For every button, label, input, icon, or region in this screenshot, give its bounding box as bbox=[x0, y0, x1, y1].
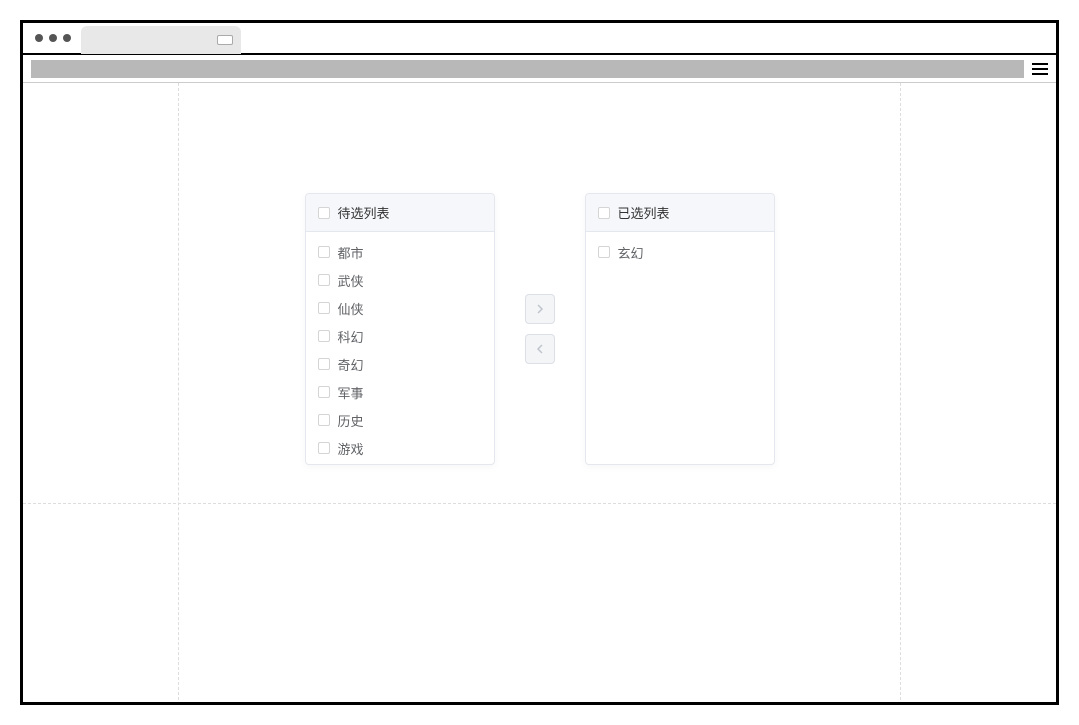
item-label: 游戏 bbox=[338, 439, 364, 458]
list-item[interactable]: 游戏 bbox=[306, 434, 494, 462]
list-item[interactable]: 都市 bbox=[306, 238, 494, 266]
target-panel: 已选列表 玄幻 bbox=[585, 193, 775, 465]
close-window-dot[interactable] bbox=[35, 34, 43, 42]
source-panel-header: 待选列表 bbox=[306, 194, 494, 232]
item-checkbox[interactable] bbox=[318, 274, 330, 286]
browser-tab[interactable] bbox=[81, 26, 241, 54]
target-panel-header: 已选列表 bbox=[586, 194, 774, 232]
item-checkbox[interactable] bbox=[318, 330, 330, 342]
item-checkbox[interactable] bbox=[598, 246, 610, 258]
chevron-left-icon bbox=[535, 344, 545, 354]
item-label: 历史 bbox=[338, 411, 364, 430]
transfer-widget: 待选列表 都市 武侠 仙侠 bbox=[305, 193, 775, 465]
item-label: 科幻 bbox=[338, 327, 364, 346]
move-left-button[interactable] bbox=[525, 334, 555, 364]
browser-window-controls bbox=[23, 34, 71, 42]
tab-close-button[interactable] bbox=[217, 35, 233, 45]
transfer-buttons bbox=[525, 294, 555, 364]
item-label: 玄幻 bbox=[618, 243, 644, 262]
list-item[interactable]: 奇幻 bbox=[306, 350, 494, 378]
browser-window: 待选列表 都市 武侠 仙侠 bbox=[20, 20, 1059, 705]
target-panel-title: 已选列表 bbox=[618, 203, 670, 222]
target-panel-body: 玄幻 bbox=[586, 232, 774, 464]
browser-toolbar bbox=[23, 55, 1056, 83]
source-panel-body[interactable]: 都市 武侠 仙侠 科幻 bbox=[306, 232, 494, 464]
list-item[interactable]: 仙侠 bbox=[306, 294, 494, 322]
item-label: 奇幻 bbox=[338, 355, 364, 374]
hamburger-menu-icon[interactable] bbox=[1032, 63, 1048, 75]
target-select-all-checkbox[interactable] bbox=[598, 207, 610, 219]
source-panel: 待选列表 都市 武侠 仙侠 bbox=[305, 193, 495, 465]
source-panel-title: 待选列表 bbox=[338, 203, 390, 222]
browser-tabbar bbox=[23, 23, 1056, 55]
item-checkbox[interactable] bbox=[318, 386, 330, 398]
chevron-right-icon bbox=[535, 304, 545, 314]
item-checkbox[interactable] bbox=[318, 246, 330, 258]
item-label: 都市 bbox=[338, 243, 364, 262]
url-bar[interactable] bbox=[31, 60, 1024, 78]
maximize-window-dot[interactable] bbox=[63, 34, 71, 42]
list-item[interactable]: 科幻 bbox=[306, 322, 494, 350]
list-item[interactable]: 武侠 bbox=[306, 266, 494, 294]
item-checkbox[interactable] bbox=[318, 442, 330, 454]
minimize-window-dot[interactable] bbox=[49, 34, 57, 42]
item-label: 武侠 bbox=[338, 271, 364, 290]
item-checkbox[interactable] bbox=[318, 414, 330, 426]
browser-content: 待选列表 都市 武侠 仙侠 bbox=[23, 83, 1056, 700]
item-checkbox[interactable] bbox=[318, 358, 330, 370]
item-label: 军事 bbox=[338, 383, 364, 402]
item-label: 仙侠 bbox=[338, 299, 364, 318]
list-item[interactable]: 历史 bbox=[306, 406, 494, 434]
item-checkbox[interactable] bbox=[318, 302, 330, 314]
list-item[interactable]: 军事 bbox=[306, 378, 494, 406]
list-item[interactable]: 玄幻 bbox=[586, 238, 774, 266]
source-select-all-checkbox[interactable] bbox=[318, 207, 330, 219]
move-right-button[interactable] bbox=[525, 294, 555, 324]
